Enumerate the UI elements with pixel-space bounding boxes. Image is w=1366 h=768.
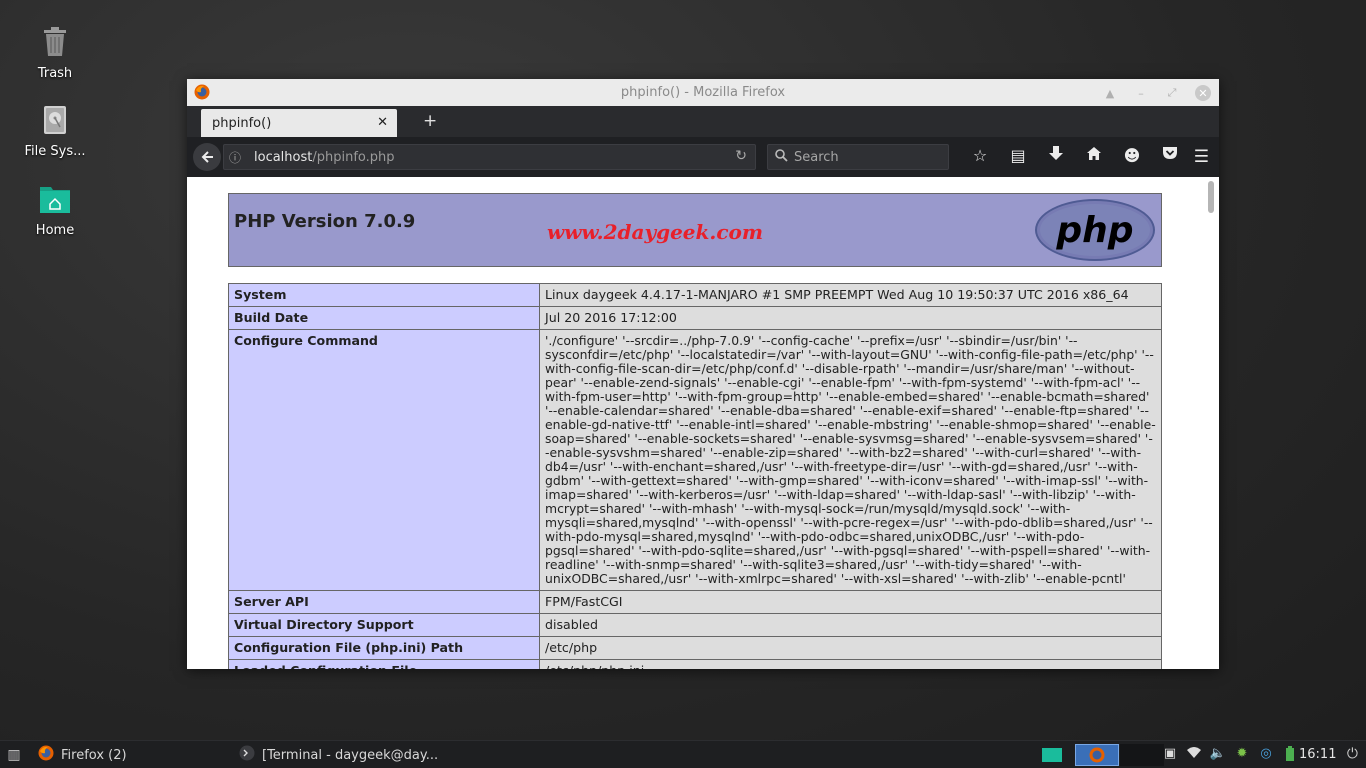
steam-icon[interactable]: ◎ xyxy=(1254,746,1278,765)
table-row: Build Date Jul 20 2016 17:12:00 xyxy=(228,306,1162,330)
workspace-2[interactable] xyxy=(1075,744,1119,766)
table-row: System Linux daygeek 4.4.17-1-MANJARO #1… xyxy=(228,283,1162,307)
bookmark-star-icon[interactable]: ☆ xyxy=(961,146,999,165)
url-bar[interactable]: ⓘ localhost/phpinfo.php ↻ xyxy=(223,144,756,170)
desktop-icon-filesystem[interactable]: File Sys... xyxy=(10,102,100,159)
desktop-icon-home[interactable]: Home xyxy=(10,181,100,238)
volume-icon[interactable]: 🔈 xyxy=(1206,746,1230,765)
row-key: Configure Command xyxy=(228,329,540,591)
table-row: Server API FPM/FastCGI xyxy=(228,590,1162,614)
workspace-1[interactable] xyxy=(1030,744,1074,766)
site-info-icon[interactable]: ⓘ xyxy=(229,149,245,166)
firefox-logo-icon xyxy=(194,84,210,104)
power-icon[interactable]: ⏻ xyxy=(1347,746,1358,762)
desktop-icon-label: Trash xyxy=(37,66,73,81)
window-titlebar[interactable]: phpinfo() - Mozilla Firefox ▲ – ⤢ ✕ xyxy=(187,79,1219,106)
app-menu-icon[interactable]: ▥ xyxy=(0,747,28,763)
wifi-icon[interactable] xyxy=(1182,746,1206,765)
window-title: phpinfo() - Mozilla Firefox xyxy=(620,85,786,100)
search-placeholder: Search xyxy=(794,149,839,165)
page-title: PHP Version 7.0.9 xyxy=(234,211,416,232)
row-key: Server API xyxy=(228,590,540,614)
firefox-icon xyxy=(38,745,54,765)
trash-icon xyxy=(37,24,73,60)
downloads-icon[interactable] xyxy=(1037,146,1075,165)
system-tray: ▣ 🔈 ✹ ◎ xyxy=(1158,746,1302,765)
terminal-icon xyxy=(239,745,255,765)
table-row: Loaded Configuration File /etc/php/php.i… xyxy=(228,659,1162,669)
url-host: localhost xyxy=(254,149,313,165)
row-key: Configuration File (php.ini) Path xyxy=(228,636,540,660)
hamburger-menu-icon[interactable]: ☰ xyxy=(1194,147,1209,167)
row-value: /etc/php xyxy=(539,636,1162,660)
desktop-icon-label: File Sys... xyxy=(24,144,86,159)
table-row: Configure Command './configure' '--srcdi… xyxy=(228,329,1162,591)
row-value: Jul 20 2016 17:12:00 xyxy=(539,306,1162,330)
taskbar-item-terminal[interactable]: [Terminal - daygeek@day... xyxy=(239,745,438,765)
vertical-scrollbar[interactable] xyxy=(1203,177,1219,669)
pocket-icon[interactable] xyxy=(1151,146,1189,165)
close-window-icon[interactable]: ✕ xyxy=(1195,85,1211,101)
row-value: /etc/php/php.ini xyxy=(539,659,1162,669)
scrollbar-thumb[interactable] xyxy=(1208,181,1214,213)
row-key: Loaded Configuration File xyxy=(228,659,540,669)
table-row: Configuration File (php.ini) Path /etc/p… xyxy=(228,636,1162,660)
hello-chat-icon[interactable]: ☻ xyxy=(1113,146,1151,165)
php-info-table: System Linux daygeek 4.4.17-1-MANJARO #1… xyxy=(228,283,1162,669)
maximize-window-icon[interactable]: ⤢ xyxy=(1164,85,1180,101)
new-tab-icon[interactable]: + xyxy=(423,111,437,131)
php-version-header: PHP Version 7.0.9 www.2daygeek.com php xyxy=(228,193,1162,267)
back-arrow-icon[interactable] xyxy=(193,143,221,171)
row-value: './configure' '--srcdir=../php-7.0.9' '-… xyxy=(539,329,1162,591)
taskbar-item-label: [Terminal - daygeek@day... xyxy=(262,747,439,763)
php-logo-icon[interactable]: php xyxy=(1034,198,1156,262)
reload-icon[interactable]: ↻ xyxy=(735,148,747,164)
clock[interactable]: 16:11 xyxy=(1299,747,1336,762)
search-icon xyxy=(775,148,788,166)
phpinfo-content: PHP Version 7.0.9 www.2daygeek.com php S… xyxy=(228,193,1162,669)
home-icon[interactable] xyxy=(1075,146,1113,165)
clipboard-icon[interactable]: ▣ xyxy=(1158,746,1182,765)
desktop-icon-trash[interactable]: Trash xyxy=(10,24,100,81)
taskbar: ▥ Firefox (2) [Terminal - daygeek@day...… xyxy=(0,740,1366,768)
tab-strip: phpinfo() ✕ + xyxy=(187,106,1219,137)
php-logo-text: php xyxy=(1055,210,1133,251)
table-row: Virtual Directory Support disabled xyxy=(228,613,1162,637)
workspace-pager xyxy=(1030,744,1165,766)
watermark-text: www.2daygeek.com xyxy=(547,220,764,244)
row-value: Linux daygeek 4.4.17-1-MANJARO #1 SMP PR… xyxy=(539,283,1162,307)
tab-phpinfo[interactable]: phpinfo() ✕ xyxy=(201,109,397,137)
minimize-window-icon[interactable]: – xyxy=(1133,85,1149,101)
tab-title: phpinfo() xyxy=(212,115,272,131)
taskbar-item-firefox[interactable]: Firefox (2) xyxy=(38,745,127,765)
row-value: disabled xyxy=(539,613,1162,637)
page-viewport: PHP Version 7.0.9 www.2daygeek.com php S… xyxy=(187,177,1219,669)
row-value: FPM/FastCGI xyxy=(539,590,1162,614)
desktop-icon-label: Home xyxy=(35,223,75,238)
url-path: /phpinfo.php xyxy=(312,149,395,165)
close-tab-icon[interactable]: ✕ xyxy=(377,115,388,130)
home-folder-icon xyxy=(37,181,73,217)
navigation-toolbar: ⓘ localhost/phpinfo.php ↻ Search ☆ ▤ ☻ ☰ xyxy=(187,137,1219,177)
bookmarks-menu-icon[interactable]: ▤ xyxy=(999,146,1037,165)
row-key: System xyxy=(228,283,540,307)
row-key: Build Date xyxy=(228,306,540,330)
search-input[interactable]: Search xyxy=(767,144,949,170)
taskbar-item-label: Firefox (2) xyxy=(61,747,127,763)
row-key: Virtual Directory Support xyxy=(228,613,540,637)
shade-window-icon[interactable]: ▲ xyxy=(1102,85,1118,101)
hard-drive-icon xyxy=(37,102,73,138)
firefox-window: phpinfo() - Mozilla Firefox ▲ – ⤢ ✕ phpi… xyxy=(187,79,1219,669)
updates-icon[interactable]: ✹ xyxy=(1230,746,1254,765)
